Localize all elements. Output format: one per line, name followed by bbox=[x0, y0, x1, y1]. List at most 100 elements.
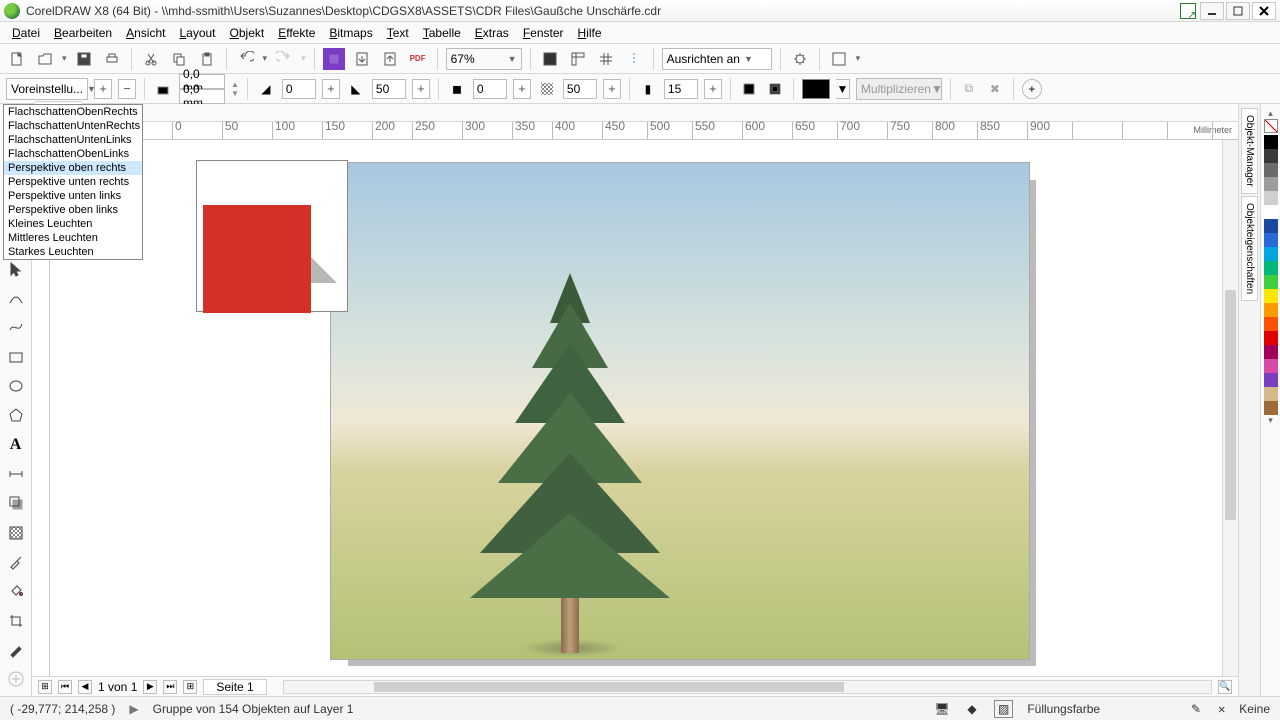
feather-field[interactable]: 15 bbox=[664, 79, 698, 99]
shadow-color-swatch[interactable] bbox=[802, 79, 830, 99]
show-guidelines-button[interactable] bbox=[623, 48, 645, 70]
menu-tabelle[interactable]: Tabelle bbox=[417, 24, 467, 42]
shadow-color-dropdown[interactable]: ▼ bbox=[836, 79, 850, 99]
menu-layout[interactable]: Layout bbox=[173, 24, 221, 42]
drop-shadow-tool[interactable] bbox=[4, 493, 28, 514]
zoom-level-combo[interactable]: 67%▼ bbox=[446, 48, 522, 70]
page-first-button[interactable]: ⏮ bbox=[58, 680, 72, 694]
color-swatch[interactable] bbox=[1264, 261, 1278, 275]
pick-tool[interactable] bbox=[4, 258, 28, 279]
redo-button[interactable] bbox=[273, 48, 295, 70]
feather-direction-button[interactable] bbox=[739, 79, 759, 99]
print-button[interactable] bbox=[101, 48, 123, 70]
show-grid-button[interactable] bbox=[595, 48, 617, 70]
color-swatch[interactable] bbox=[1264, 177, 1278, 191]
clear-shadow-button[interactable]: ✖ bbox=[985, 79, 1005, 99]
opacity-field[interactable]: 50 bbox=[563, 79, 597, 99]
options-button[interactable] bbox=[789, 48, 811, 70]
transparency-tool[interactable] bbox=[4, 522, 28, 543]
dimension-tool[interactable] bbox=[4, 463, 28, 484]
preset-combo[interactable]: Voreinstellu...▼ bbox=[6, 78, 88, 100]
color-swatch[interactable] bbox=[1264, 317, 1278, 331]
fill-swatch-indicator[interactable]: ▨ bbox=[994, 700, 1013, 718]
color-proof-icon[interactable]: 🖥 bbox=[934, 701, 950, 717]
color-swatch[interactable] bbox=[1264, 205, 1278, 219]
page-tab[interactable]: Seite 1 bbox=[203, 679, 266, 695]
outline-pen-status-icon[interactable]: ✎ bbox=[1188, 701, 1204, 717]
page-last-button[interactable]: ⏭ bbox=[163, 680, 177, 694]
minimize-button[interactable] bbox=[1200, 2, 1224, 20]
preset-option[interactable]: FlachschattenObenRechts bbox=[4, 105, 142, 119]
drawing-canvas[interactable] bbox=[50, 140, 1222, 676]
preset-remove-button[interactable]: − bbox=[118, 79, 136, 99]
red-square-object[interactable] bbox=[196, 160, 348, 312]
angle-spinner[interactable]: + bbox=[322, 79, 340, 99]
horizontal-scrollbar[interactable] bbox=[283, 680, 1212, 694]
color-swatch[interactable] bbox=[1264, 345, 1278, 359]
launch-options-button[interactable] bbox=[828, 48, 850, 70]
color-swatch[interactable] bbox=[1264, 401, 1278, 415]
save-button[interactable] bbox=[73, 48, 95, 70]
show-rulers-button[interactable] bbox=[567, 48, 589, 70]
palette-scroll-down[interactable]: ▾ bbox=[1268, 415, 1273, 426]
fade-spinner[interactable]: + bbox=[513, 79, 531, 99]
ellipse-tool[interactable] bbox=[4, 375, 28, 396]
fill-tool[interactable] bbox=[4, 581, 28, 602]
feather-edge-button[interactable] bbox=[765, 79, 785, 99]
menu-text[interactable]: Text bbox=[381, 24, 415, 42]
color-swatch[interactable] bbox=[1264, 331, 1278, 345]
menu-objekt[interactable]: Objekt bbox=[224, 24, 271, 42]
fullscreen-preview-button[interactable] bbox=[539, 48, 561, 70]
preset-option[interactable]: FlachschattenUntenRechts bbox=[4, 119, 142, 133]
docker-tab[interactable]: Objekt-Manager bbox=[1241, 108, 1258, 194]
fade-field[interactable]: 0 bbox=[473, 79, 507, 99]
add-preset-button[interactable]: + bbox=[1022, 79, 1042, 99]
preset-option[interactable]: Perspektive oben rechts bbox=[4, 161, 142, 175]
freehand-tool[interactable] bbox=[4, 317, 28, 338]
horizontal-ruler[interactable]: Millimeter050100150200250300350400450500… bbox=[32, 122, 1238, 140]
stretch-field[interactable]: 50 bbox=[372, 79, 406, 99]
rectangle-tool[interactable] bbox=[4, 346, 28, 367]
preset-add-button[interactable]: + bbox=[94, 79, 112, 99]
menu-extras[interactable]: Extras bbox=[469, 24, 515, 42]
menu-datei[interactable]: Datei bbox=[6, 24, 46, 42]
docker-tab[interactable]: Objekteigenschaften bbox=[1241, 196, 1258, 301]
preset-option[interactable]: Kleines Leuchten bbox=[4, 217, 142, 231]
no-color-swatch[interactable] bbox=[1264, 119, 1278, 133]
eyedropper-tool[interactable] bbox=[4, 551, 28, 572]
color-swatch[interactable] bbox=[1264, 275, 1278, 289]
opacity-spinner[interactable]: + bbox=[603, 79, 621, 99]
color-palette[interactable]: ▴ ▾ bbox=[1260, 104, 1280, 696]
text-tool[interactable]: A bbox=[4, 434, 28, 455]
page-add-button[interactable]: ⊞ bbox=[38, 680, 52, 694]
publish-pdf-button[interactable]: PDF bbox=[407, 48, 429, 70]
menu-effekte[interactable]: Effekte bbox=[272, 24, 321, 42]
menu-ansicht[interactable]: Ansicht bbox=[120, 24, 171, 42]
copy-shadow-properties-button[interactable]: ⧉ bbox=[959, 79, 979, 99]
color-swatch[interactable] bbox=[1264, 359, 1278, 373]
color-swatch[interactable] bbox=[1264, 149, 1278, 163]
color-swatch[interactable] bbox=[1264, 191, 1278, 205]
navigator-button[interactable]: 🔍 bbox=[1218, 680, 1232, 694]
color-swatch[interactable] bbox=[1264, 387, 1278, 401]
open-button[interactable] bbox=[34, 48, 56, 70]
vertical-scrollbar[interactable] bbox=[1222, 140, 1238, 676]
outline-pen-tool[interactable] bbox=[4, 639, 28, 660]
color-swatch[interactable] bbox=[1264, 135, 1278, 149]
context-help-icon[interactable] bbox=[1180, 3, 1196, 19]
menu-hilfe[interactable]: Hilfe bbox=[572, 24, 608, 42]
fill-indicator-icon[interactable]: ◆ bbox=[964, 701, 980, 717]
preset-option[interactable]: Perspektive unten links bbox=[4, 189, 142, 203]
color-swatch[interactable] bbox=[1264, 163, 1278, 177]
polygon-tool[interactable] bbox=[4, 405, 28, 426]
preset-option[interactable]: FlachschattenObenLinks bbox=[4, 147, 142, 161]
snap-to-combo[interactable]: Ausrichten an▼ bbox=[662, 48, 772, 70]
search-content-button[interactable] bbox=[323, 48, 345, 70]
color-swatch[interactable] bbox=[1264, 233, 1278, 247]
menu-bitmaps[interactable]: Bitmaps bbox=[323, 24, 378, 42]
close-button[interactable] bbox=[1252, 2, 1276, 20]
color-swatch[interactable] bbox=[1264, 303, 1278, 317]
crop-tool[interactable] bbox=[4, 610, 28, 631]
menu-bearbeiten[interactable]: Bearbeiten bbox=[48, 24, 118, 42]
export-button[interactable] bbox=[379, 48, 401, 70]
